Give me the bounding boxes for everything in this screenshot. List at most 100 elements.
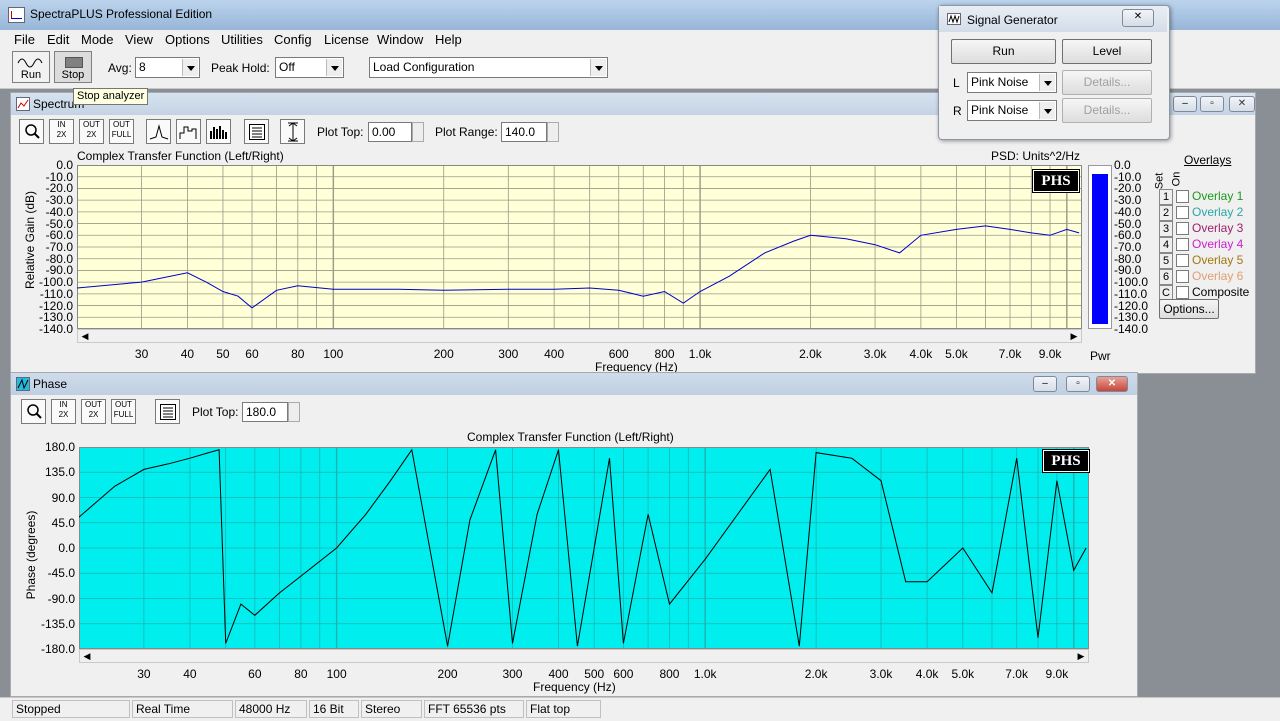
status-fft: FFT 65536 pts — [424, 700, 524, 718]
menu-file[interactable]: File — [14, 32, 35, 47]
menu-window[interactable]: Window — [377, 32, 423, 47]
zoom-full-button[interactable]: OUT FULL — [109, 119, 134, 144]
zoom-out-2x-button[interactable]: OUT 2X — [81, 399, 106, 424]
x-tick-label: 400 — [544, 347, 565, 361]
menu-mode[interactable]: Mode — [81, 32, 114, 47]
overlays-on-label: On — [1170, 171, 1183, 187]
overlay-name: Overlay 5 — [1192, 253, 1244, 267]
phase-chart-title: Complex Transfer Function (Left/Right) — [467, 430, 674, 444]
stop-button[interactable]: Stop — [54, 51, 92, 83]
x-tick-label: 100 — [323, 347, 344, 361]
x-tick-label: 2.0k — [799, 347, 822, 361]
signal-generator-titlebar[interactable]: Signal Generator ✕ — [939, 6, 1167, 32]
spectrum-plot[interactable] — [77, 165, 1082, 329]
zoom-in-2x-button[interactable]: IN 2X — [49, 119, 74, 144]
step-plot-button[interactable] — [176, 119, 201, 144]
generator-run-button[interactable]: Run — [951, 39, 1056, 64]
bar-plot-button[interactable] — [206, 119, 231, 144]
overlay-checkbox[interactable] — [1176, 206, 1189, 219]
chevron-down-icon — [326, 59, 342, 76]
zoom-button[interactable] — [19, 119, 44, 144]
overlay-set-button[interactable]: 6 — [1159, 269, 1173, 285]
generator-level-button[interactable]: Level — [1062, 39, 1152, 64]
menu-options[interactable]: Options — [165, 32, 210, 47]
scroll-right-icon[interactable]: ▶ — [1067, 330, 1081, 342]
zoom-in-2x-button[interactable]: IN 2X — [51, 399, 76, 424]
power-meter — [1088, 165, 1112, 329]
menu-utilities[interactable]: Utilities — [221, 32, 263, 47]
phase-x-axis-label: Frequency (Hz) — [533, 680, 616, 694]
line-plot-button[interactable] — [146, 119, 171, 144]
overlay-set-button[interactable]: 4 — [1159, 237, 1173, 253]
menu-edit[interactable]: Edit — [47, 32, 69, 47]
minimize-button[interactable]: – — [1033, 376, 1057, 392]
scroll-left-icon[interactable]: ◀ — [78, 330, 92, 342]
overlay-set-button[interactable]: 3 — [1159, 221, 1173, 237]
overlay-checkbox[interactable] — [1176, 270, 1189, 283]
peak-hold-value: Off — [279, 60, 295, 74]
app-icon — [8, 7, 25, 23]
minimize-button[interactable]: – — [1173, 96, 1197, 112]
maximize-button[interactable]: ▫ — [1066, 376, 1090, 392]
overlay-options-button[interactable]: Options... — [1159, 299, 1219, 319]
close-button[interactable]: ✕ — [1096, 376, 1128, 392]
magnifier-icon — [24, 124, 40, 139]
menu-config[interactable]: Config — [274, 32, 312, 47]
restore-button[interactable]: ▫ — [1200, 96, 1224, 112]
run-button[interactable]: Run — [12, 51, 50, 83]
signal-generator-title: Signal Generator — [967, 13, 1058, 27]
scroll-left-icon[interactable]: ◀ — [80, 650, 94, 662]
spinner-icon[interactable] — [288, 402, 300, 422]
overlay-set-button[interactable]: 2 — [1159, 205, 1173, 221]
overlay-set-button[interactable]: 1 — [1159, 189, 1173, 205]
x-tick-label: 600 — [613, 667, 634, 681]
settings-button[interactable] — [244, 119, 269, 144]
phase-plot-top-input[interactable]: 180.0 — [242, 402, 300, 422]
spectrum-scrollbar[interactable]: ◀ ▶ — [77, 329, 1082, 343]
scale-button[interactable] — [280, 119, 305, 144]
x-tick-label: 9.0k — [1038, 347, 1062, 361]
phase-plot[interactable] — [79, 447, 1089, 649]
menu-help[interactable]: Help — [435, 32, 462, 47]
load-configuration-value: Load Configuration — [373, 60, 475, 74]
spectrum-plot-range-input[interactable]: 140.0 — [501, 122, 559, 142]
status-mode: Real Time — [132, 700, 233, 718]
menu-view[interactable]: View — [125, 32, 153, 47]
close-button[interactable]: ✕ — [1229, 96, 1255, 112]
phase-titlebar[interactable]: Phase – ▫ ✕ — [11, 373, 1137, 395]
avg-select[interactable]: 8 — [135, 57, 200, 78]
spinner-icon[interactable] — [547, 122, 559, 142]
overlay-checkbox[interactable] — [1176, 222, 1189, 235]
spinner-icon[interactable] — [412, 122, 424, 142]
overlay-checkbox[interactable] — [1176, 254, 1189, 267]
x-tick-label: 7.0k — [1005, 667, 1028, 681]
left-signal-select[interactable]: Pink Noise — [967, 72, 1057, 93]
close-button[interactable]: ✕ — [1122, 9, 1154, 27]
overlays-set-label: Set — [1153, 172, 1166, 190]
x-tick-label: 100 — [326, 667, 347, 681]
zoom-out-2x-button[interactable]: OUT 2X — [79, 119, 104, 144]
settings-button[interactable] — [155, 399, 180, 424]
step-plot-icon — [179, 126, 196, 139]
status-state: Stopped — [12, 700, 130, 718]
left-details-button[interactable]: Details... — [1062, 70, 1152, 95]
overlay-checkbox[interactable] — [1176, 238, 1189, 251]
signal-generator-icon — [947, 13, 961, 25]
phase-scrollbar[interactable]: ◀ ▶ — [79, 649, 1089, 663]
zoom-full-button[interactable]: OUT FULL — [111, 399, 136, 424]
load-configuration-select[interactable]: Load Configuration — [369, 57, 608, 78]
spectrum-plot-top-input[interactable]: 0.00 — [368, 122, 424, 142]
right-signal-select[interactable]: Pink Noise — [967, 100, 1057, 121]
overlay-set-button[interactable]: 5 — [1159, 253, 1173, 269]
avg-value: 8 — [139, 60, 146, 74]
overlay-checkbox[interactable] — [1176, 190, 1189, 203]
menu-license[interactable]: License — [324, 32, 369, 47]
overlay-checkbox[interactable] — [1176, 286, 1189, 299]
peak-hold-select[interactable]: Off — [275, 57, 344, 78]
x-tick-label: 800 — [654, 347, 675, 361]
scroll-right-icon[interactable]: ▶ — [1074, 650, 1088, 662]
zoom-button[interactable] — [21, 399, 46, 424]
status-bits: 16 Bit — [309, 700, 359, 718]
right-details-button[interactable]: Details... — [1062, 98, 1152, 123]
x-tick-label: 4.0k — [915, 667, 939, 681]
